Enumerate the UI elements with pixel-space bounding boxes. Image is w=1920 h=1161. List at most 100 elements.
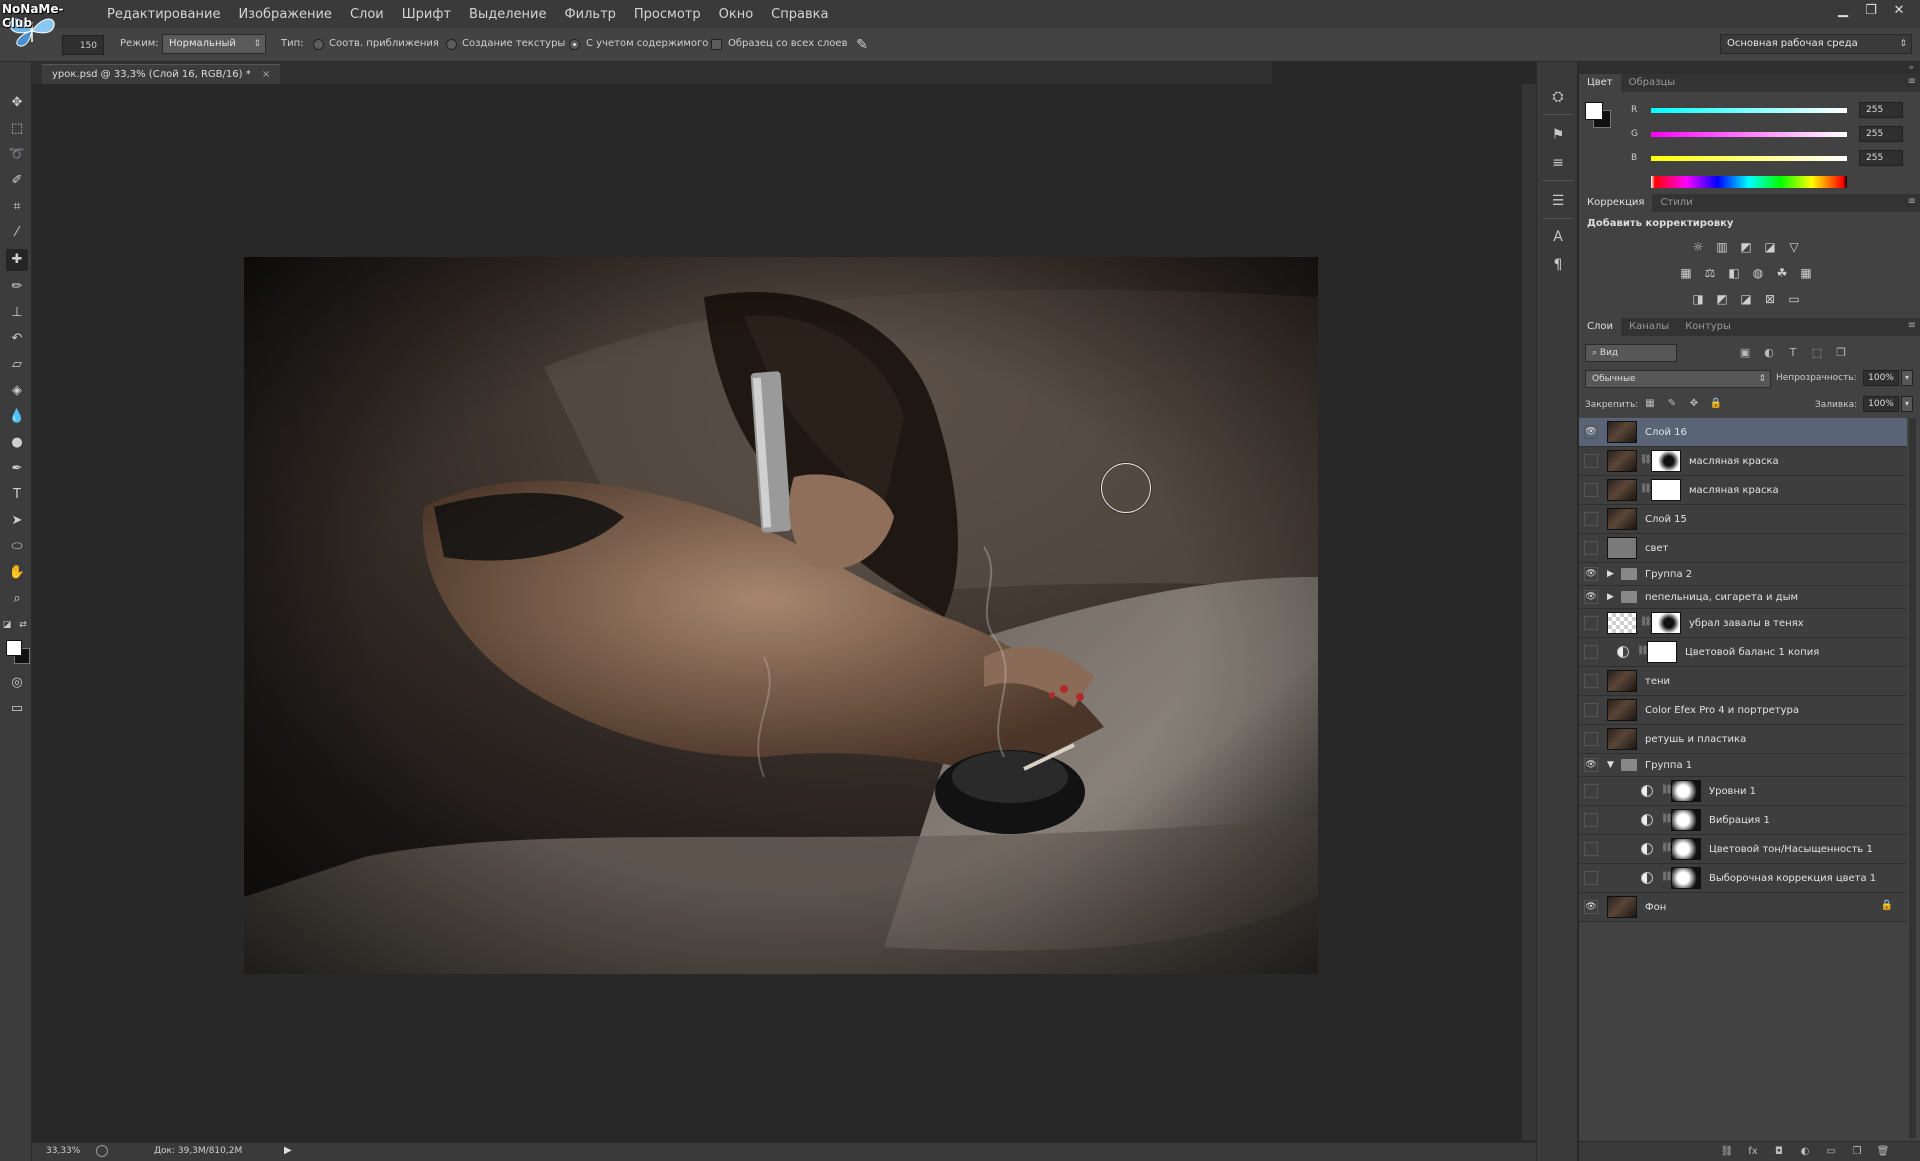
- document-tab[interactable]: урок.psd @ 33,3% (Слой 16, RGB/16) * ×: [42, 64, 281, 84]
- layer-row[interactable]: ⛓ убрал завалы в тенях: [1579, 609, 1907, 638]
- layer-row[interactable]: ⛓ Вибрация 1: [1579, 806, 1907, 835]
- visibility-eye-icon[interactable]: [1584, 483, 1598, 497]
- clone-stamp-tool-icon[interactable]: ⊥: [6, 302, 28, 324]
- quick-mask-icon[interactable]: ◎: [6, 672, 28, 694]
- black-white-icon[interactable]: ◧: [1725, 264, 1743, 282]
- visibility-eye-icon[interactable]: [1584, 674, 1598, 688]
- visibility-eye-icon[interactable]: 👁: [1584, 900, 1598, 914]
- shape-tool-icon[interactable]: ⬭: [6, 536, 28, 558]
- add-mask-icon[interactable]: ◘: [1771, 1144, 1787, 1160]
- dodge-tool-icon[interactable]: ●: [6, 432, 28, 454]
- filter-adjustment-icon[interactable]: ◐: [1761, 345, 1777, 361]
- lock-position-icon[interactable]: ✥: [1687, 397, 1701, 411]
- layer-name[interactable]: Выборочная коррекция цвета 1: [1709, 864, 1876, 893]
- close-tab-icon[interactable]: ×: [262, 69, 270, 80]
- visibility-eye-icon[interactable]: [1584, 871, 1598, 885]
- menu-help[interactable]: Справка: [762, 7, 837, 22]
- menu-edit[interactable]: Редактирование: [98, 7, 229, 22]
- layer-name[interactable]: убрал завалы в тенях: [1689, 609, 1804, 638]
- layer-name[interactable]: пепельница, сигарета и дым: [1645, 586, 1798, 609]
- vertical-scrollbar[interactable]: [1522, 84, 1536, 1140]
- menu-type[interactable]: Шрифт: [393, 7, 460, 22]
- layer-name[interactable]: Слой 16: [1645, 418, 1687, 447]
- layer-mask-thumbnail[interactable]: [1651, 612, 1681, 634]
- layer-row[interactable]: ⛓ масляная краска: [1579, 447, 1907, 476]
- opacity-field[interactable]: 100%: [1863, 370, 1899, 386]
- sample-all-layers-checkbox[interactable]: [711, 39, 722, 50]
- layer-thumbnail[interactable]: [1607, 537, 1637, 559]
- layer-row[interactable]: 👁 ▼ Группа 1: [1579, 754, 1907, 777]
- layer-row[interactable]: ⛓ Уровни 1: [1579, 777, 1907, 806]
- curves-icon[interactable]: ◩: [1737, 238, 1755, 256]
- blue-value-field[interactable]: 255: [1859, 150, 1903, 166]
- visibility-eye-icon[interactable]: [1584, 732, 1598, 746]
- layer-style-icon[interactable]: fx: [1745, 1144, 1761, 1160]
- layer-name[interactable]: Уровни 1: [1709, 777, 1756, 806]
- document-image[interactable]: [244, 257, 1318, 974]
- layer-row[interactable]: ⛓ масляная краска: [1579, 476, 1907, 505]
- path-select-tool-icon[interactable]: ➤: [6, 510, 28, 532]
- mask-link-icon[interactable]: ⛓: [1661, 785, 1672, 795]
- brush-presets-icon[interactable]: ☰: [1547, 190, 1569, 212]
- color-balance-icon[interactable]: ⚖: [1701, 264, 1719, 282]
- move-tool-icon[interactable]: ✥: [6, 92, 28, 114]
- foreground-color-swatch[interactable]: [6, 640, 22, 656]
- filter-type-icon[interactable]: T: [1785, 345, 1801, 361]
- lock-transparency-icon[interactable]: ▦: [1643, 397, 1657, 411]
- layer-name[interactable]: свет: [1645, 534, 1668, 563]
- pressure-size-icon[interactable]: ✎: [852, 35, 872, 55]
- spot-healing-brush-tool-icon[interactable]: ✚: [6, 249, 28, 271]
- layer-thumbnail[interactable]: [1607, 421, 1637, 443]
- new-group-icon[interactable]: ▭: [1823, 1144, 1839, 1160]
- panel-menu-icon[interactable]: ≡: [1908, 320, 1916, 331]
- layer-thumbnail[interactable]: [1607, 670, 1637, 692]
- swap-colors-icon[interactable]: ⇄: [18, 614, 28, 636]
- tab-color[interactable]: Цвет: [1579, 74, 1621, 92]
- layer-thumbnail[interactable]: [1607, 612, 1637, 634]
- layer-name[interactable]: Фон: [1645, 893, 1666, 922]
- visibility-eye-icon[interactable]: [1584, 703, 1598, 717]
- visibility-eye-icon[interactable]: 👁: [1584, 590, 1598, 604]
- layer-row[interactable]: ⛓ Цветовой тон/Насыщенность 1: [1579, 835, 1907, 864]
- expand-group-closed-icon[interactable]: ▶: [1607, 586, 1614, 609]
- layers-scrollbar[interactable]: [1909, 418, 1916, 1138]
- menu-window[interactable]: Окно: [710, 7, 763, 22]
- layer-thumbnail[interactable]: [1607, 699, 1637, 721]
- visibility-eye-icon[interactable]: [1584, 813, 1598, 827]
- layer-mask-thumbnail[interactable]: [1651, 479, 1681, 501]
- blend-mode-select[interactable]: Обычные: [1585, 370, 1771, 388]
- character-panel-icon[interactable]: A: [1547, 226, 1569, 248]
- tab-channels[interactable]: Каналы: [1621, 318, 1677, 336]
- zoom-tool-icon[interactable]: ⌕: [6, 588, 28, 610]
- layer-row[interactable]: ретушь и пластика: [1579, 725, 1907, 754]
- layer-name[interactable]: Цветовой тон/Насыщенность 1: [1709, 835, 1873, 864]
- canvas-area[interactable]: [32, 84, 1318, 1140]
- type-proximity-radio[interactable]: [313, 39, 324, 50]
- expand-group-open-icon[interactable]: ▼: [1607, 754, 1614, 777]
- layer-mask-thumbnail[interactable]: [1671, 838, 1701, 860]
- restore-icon[interactable]: ❐: [1858, 2, 1884, 20]
- zoom-level[interactable]: 33,33%: [46, 1146, 80, 1156]
- tab-layers[interactable]: Слои: [1579, 318, 1621, 336]
- close-icon[interactable]: ✕: [1886, 2, 1912, 20]
- minimize-icon[interactable]: ▁: [1830, 2, 1856, 20]
- layer-name[interactable]: масляная краска: [1689, 447, 1779, 476]
- mask-link-icon[interactable]: ⛓: [1640, 484, 1651, 494]
- layer-name[interactable]: Вибрация 1: [1709, 806, 1770, 835]
- photo-filter-icon[interactable]: ◍: [1749, 264, 1767, 282]
- visibility-eye-icon[interactable]: [1584, 541, 1598, 555]
- link-layers-icon[interactable]: ⛓: [1719, 1144, 1735, 1160]
- filter-pixel-icon[interactable]: ▣: [1737, 345, 1753, 361]
- brightness-contrast-icon[interactable]: ☼: [1689, 238, 1707, 256]
- layer-row[interactable]: Слой 15: [1579, 505, 1907, 534]
- mask-link-icon[interactable]: ⛓: [1640, 455, 1651, 465]
- red-slider[interactable]: [1651, 108, 1847, 113]
- visibility-eye-icon[interactable]: [1584, 842, 1598, 856]
- layer-row[interactable]: 👁 Фон 🔒: [1579, 893, 1907, 922]
- gradient-map-icon[interactable]: ▭: [1785, 290, 1803, 308]
- layer-thumbnail[interactable]: [1607, 728, 1637, 750]
- tab-adjustments[interactable]: Коррекция: [1579, 194, 1653, 212]
- lock-all-icon[interactable]: 🔒: [1709, 397, 1723, 411]
- history-panel-icon[interactable]: ⛭: [1547, 86, 1569, 108]
- type-tool-icon[interactable]: T: [6, 484, 28, 506]
